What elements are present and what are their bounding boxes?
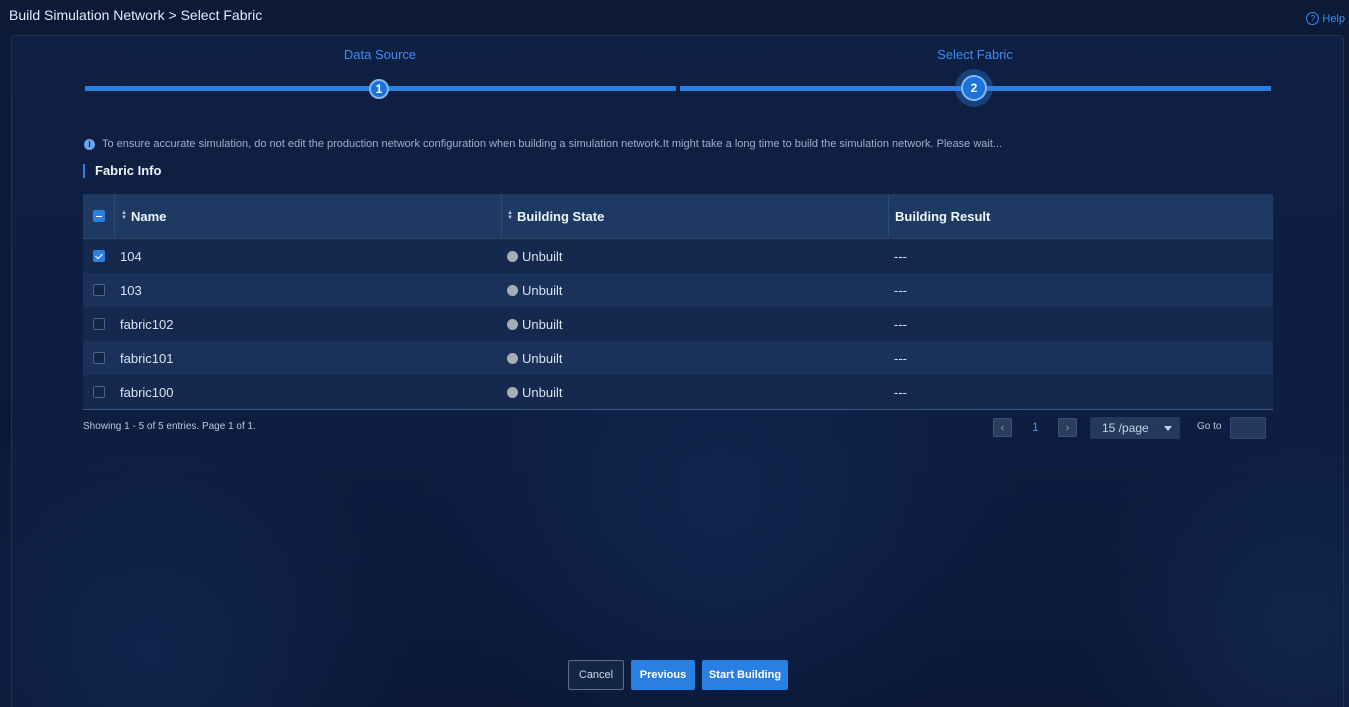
row-result: --- — [894, 282, 907, 298]
column-header-name-label: Name — [130, 208, 167, 224]
row-checkbox[interactable] — [92, 318, 105, 330]
row-result: --- — [894, 248, 907, 264]
status-dot-icon — [507, 250, 518, 262]
sort-icon[interactable]: ▲ ▼ — [121, 210, 127, 221]
step-number-2: 2 — [961, 75, 987, 101]
top-bar: Build Simulation Network > Select Fabric… — [0, 0, 1349, 32]
row-state-label: Unbuilt — [522, 316, 563, 332]
status-dot-icon — [507, 284, 518, 296]
row-checkbox[interactable] — [92, 284, 105, 296]
notice: i To ensure accurate simulation, do not … — [84, 138, 1002, 150]
sort-icon[interactable]: ▲ ▼ — [507, 210, 513, 221]
step-label-data-source: Data Source — [343, 47, 417, 62]
notice-text: To ensure accurate simulation, do not ed… — [102, 138, 1003, 150]
start-building-button[interactable]: Start Building — [702, 660, 788, 690]
previous-button[interactable]: Previous — [631, 660, 695, 690]
row-state-label: Unbuilt — [522, 248, 563, 264]
cancel-button[interactable]: Cancel — [568, 660, 624, 690]
step-node-2: 2 — [955, 69, 993, 107]
status-dot-icon — [507, 352, 518, 364]
select-all-checkbox[interactable] — [92, 210, 105, 222]
row-state: Unbuilt — [501, 375, 888, 409]
row-checkbox[interactable] — [92, 250, 105, 262]
row-checkbox[interactable] — [92, 352, 105, 364]
row-checkbox-cell — [83, 307, 114, 341]
step-label-select-fabric: Select Fabric — [937, 47, 1013, 62]
section-title: Fabric Info — [83, 164, 161, 178]
fabric-table: ▲ ▼ Name ▲ ▼ Building State Building Resul… — [83, 194, 1273, 410]
row-result: --- — [894, 384, 907, 400]
goto-label: Go to — [1197, 421, 1222, 432]
row-name: 103 — [120, 282, 142, 298]
table-row[interactable]: fabric102 Unbuilt --- — [83, 307, 1273, 341]
chevron-left-icon: ‹ — [1000, 421, 1005, 434]
table-row[interactable]: 103 Unbuilt --- — [83, 273, 1273, 307]
step-node-1: 1 — [364, 74, 394, 104]
row-checkbox[interactable] — [92, 386, 105, 398]
row-name: fabric100 — [120, 384, 174, 400]
column-header-state-label: Building State — [516, 208, 605, 224]
header-checkbox-cell — [83, 194, 114, 238]
per-page-select[interactable]: 15 /page — [1090, 417, 1180, 439]
step-number-1: 1 — [369, 79, 389, 99]
column-header-name[interactable]: ▲ ▼ Name — [114, 194, 501, 238]
row-name: fabric102 — [120, 316, 174, 332]
row-state-label: Unbuilt — [522, 384, 563, 400]
row-name: fabric101 — [120, 350, 174, 366]
row-state: Unbuilt — [501, 341, 888, 375]
column-header-state[interactable]: ▲ ▼ Building State — [501, 194, 888, 238]
row-name: 104 — [120, 248, 142, 264]
row-checkbox-cell — [83, 273, 114, 307]
help-link[interactable]: ? Help — [1306, 12, 1345, 25]
table-row[interactable]: 104 Unbuilt --- — [83, 239, 1273, 273]
status-dot-icon — [507, 318, 518, 330]
chevron-right-icon: › — [1065, 421, 1070, 434]
row-state: Unbuilt — [501, 239, 888, 273]
table-row[interactable]: fabric101 Unbuilt --- — [83, 341, 1273, 375]
column-header-result-label: Building Result — [895, 208, 991, 224]
info-icon: i — [84, 138, 95, 150]
status-dot-icon — [507, 386, 518, 398]
row-state: Unbuilt — [501, 273, 888, 307]
column-header-result: Building Result — [888, 194, 1273, 238]
next-page-button[interactable]: › — [1058, 418, 1077, 437]
row-checkbox-cell — [83, 375, 114, 409]
caret-down-icon — [1164, 426, 1172, 431]
goto-page-input[interactable] — [1230, 417, 1266, 439]
breadcrumb: Build Simulation Network > Select Fabric — [9, 7, 263, 23]
row-result: --- — [894, 350, 907, 366]
row-result: --- — [894, 316, 907, 332]
prev-page-button[interactable]: ‹ — [993, 418, 1012, 437]
row-checkbox-cell — [83, 239, 114, 273]
help-icon: ? — [1306, 12, 1320, 25]
page-number-1[interactable]: 1 — [1032, 420, 1039, 434]
help-label: Help — [1322, 12, 1345, 25]
row-state-label: Unbuilt — [522, 282, 563, 298]
row-state: Unbuilt — [501, 307, 888, 341]
row-checkbox-cell — [83, 341, 114, 375]
table-row[interactable]: fabric100 Unbuilt --- — [83, 375, 1273, 410]
pagination-summary: Showing 1 - 5 of 5 entries. Page 1 of 1. — [83, 421, 256, 432]
table-header: ▲ ▼ Name ▲ ▼ Building State Building Resul… — [83, 194, 1273, 239]
row-state-label: Unbuilt — [522, 350, 563, 366]
per-page-value: 15 /page — [1102, 421, 1149, 435]
